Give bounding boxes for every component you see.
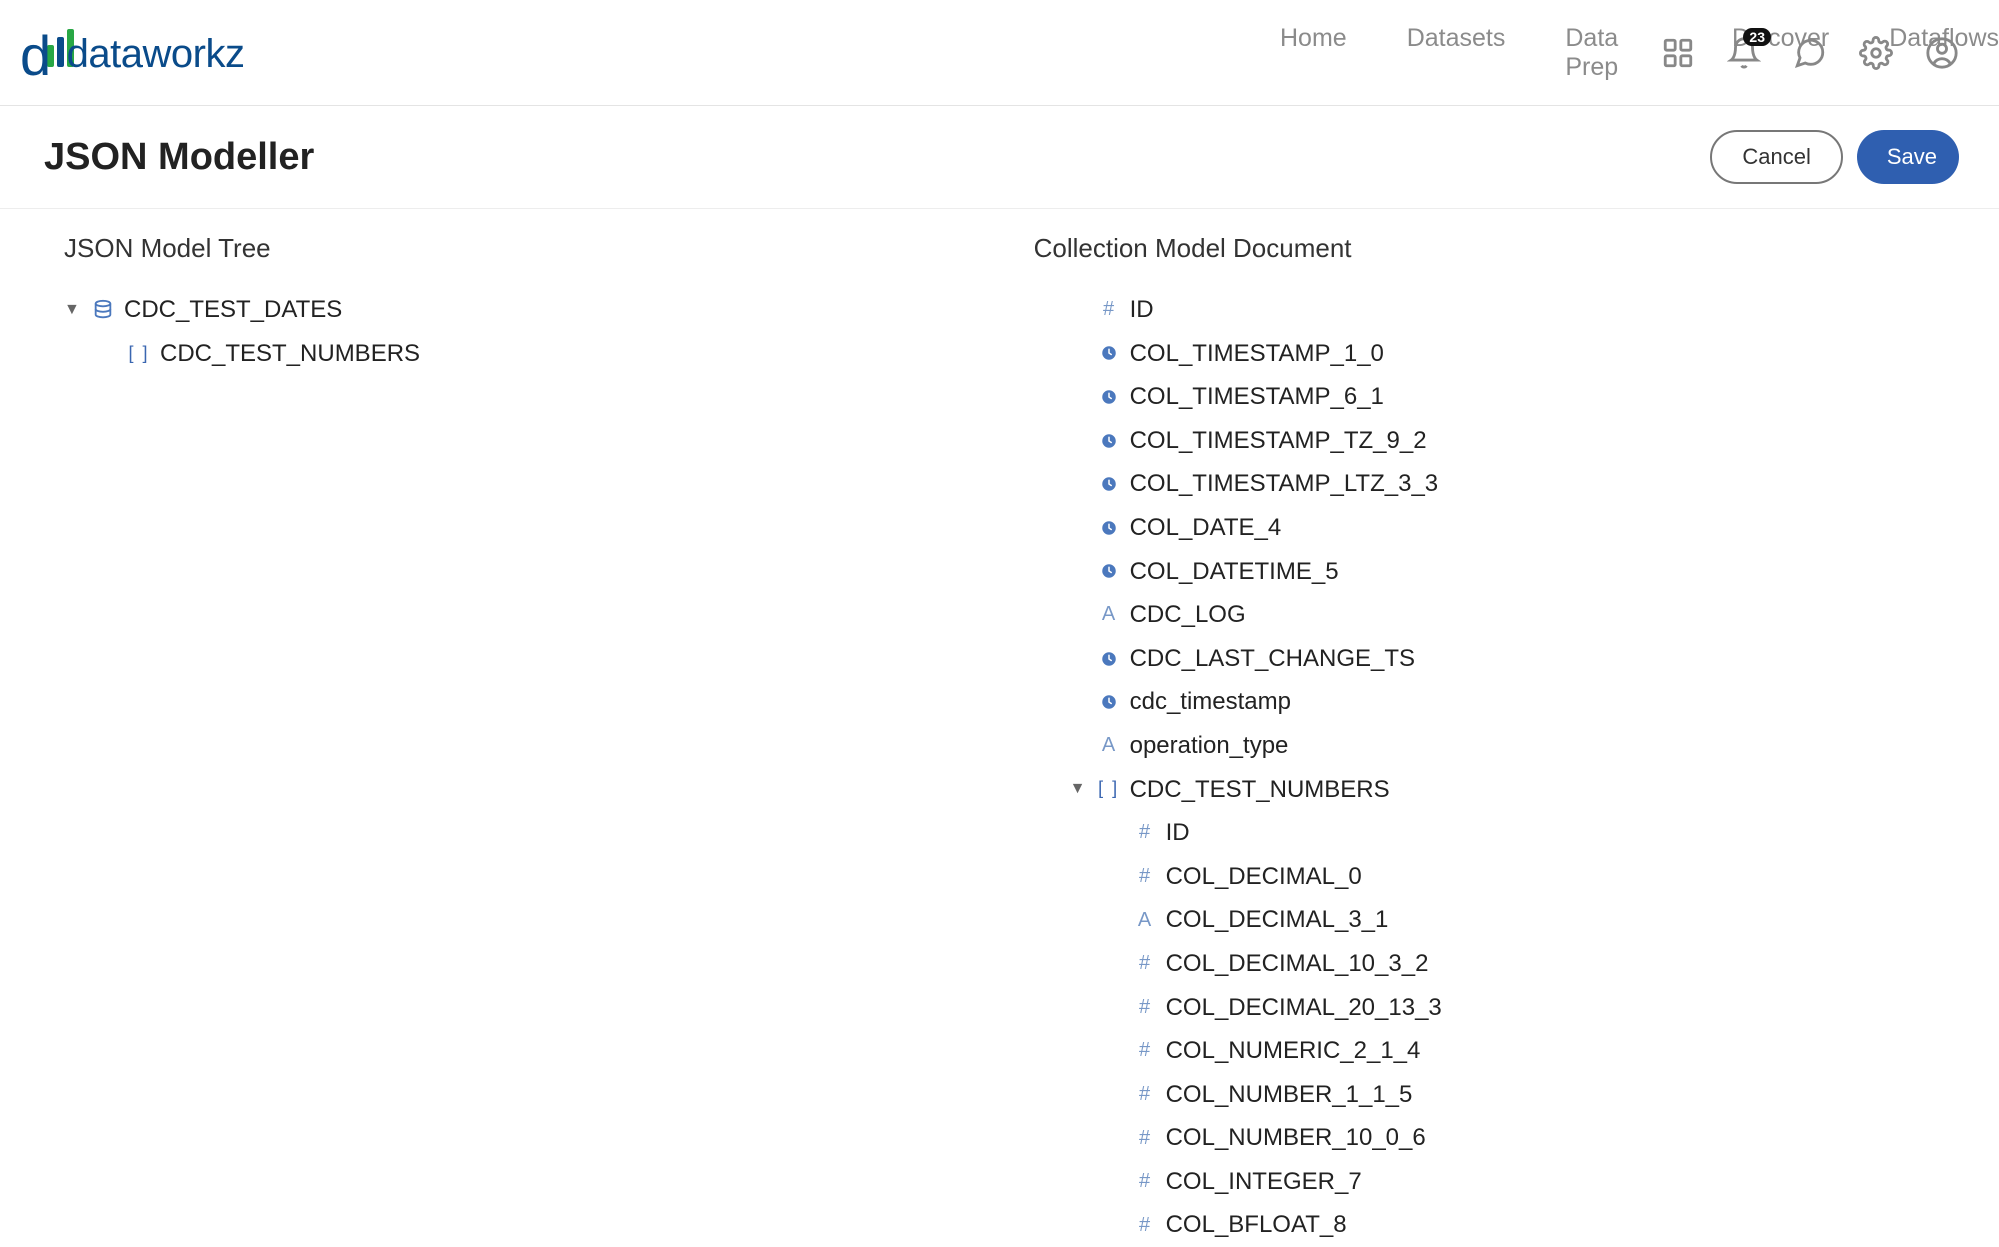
field-name: COL_NUMBER_1_1_5 [1166, 1075, 1413, 1115]
array-type-icon: [ ] [128, 339, 150, 369]
tree-item[interactable]: ▼COL_TIMESTAMP_LTZ_3_3 [1034, 462, 1944, 506]
field-name: CDC_LOG [1130, 595, 1246, 635]
settings-icon[interactable] [1859, 36, 1893, 70]
tree-item[interactable]: ▼ CDC_TEST_DATES [64, 288, 974, 332]
tree-item[interactable]: ▼CDC_LAST_CHANGE_TS [1034, 637, 1944, 681]
tree-item[interactable]: ▼#COL_NUMBER_1_1_5 [1034, 1073, 1944, 1117]
nav-home[interactable]: Home [1280, 24, 1347, 82]
tree-item[interactable]: ▼#COL_DECIMAL_20_13_3 [1034, 986, 1944, 1030]
brand-logo[interactable]: d dataworkz [20, 29, 244, 77]
timestamp-type-icon [1098, 432, 1120, 450]
text-type-icon: A [1098, 598, 1120, 631]
field-name: ID [1130, 290, 1154, 330]
app-header: d dataworkz Home Datasets Data Prep Disc… [0, 0, 1999, 106]
tree-item[interactable]: ▼COL_DATETIME_5 [1034, 550, 1944, 594]
nav-data-prep[interactable]: Data Prep [1565, 24, 1672, 82]
collection-model-title: Collection Model Document [1034, 233, 1944, 264]
field-name: COL_DECIMAL_10_3_2 [1166, 944, 1429, 984]
number-type-icon: # [1134, 860, 1156, 893]
field-name: COL_DATETIME_5 [1130, 552, 1339, 592]
timestamp-type-icon [1098, 562, 1120, 580]
user-icon[interactable] [1925, 36, 1959, 70]
tree-item[interactable]: ▼#ID [1034, 288, 1944, 332]
field-name: COL_DECIMAL_3_1 [1166, 900, 1389, 940]
tree-item[interactable]: ▼#ID [1034, 811, 1944, 855]
field-name: COL_INTEGER_7 [1166, 1162, 1362, 1202]
number-type-icon: # [1134, 1122, 1156, 1155]
timestamp-type-icon [1098, 344, 1120, 362]
tree-item[interactable]: ▼COL_TIMESTAMP_6_1 [1034, 375, 1944, 419]
field-name: COL_DECIMAL_0 [1166, 857, 1362, 897]
timestamp-type-icon [1098, 388, 1120, 406]
field-name: COL_DATE_4 [1130, 508, 1282, 548]
nav-datasets[interactable]: Datasets [1407, 24, 1506, 82]
database-icon [92, 299, 114, 321]
tree-item[interactable]: ▼COL_TIMESTAMP_TZ_9_2 [1034, 419, 1944, 463]
field-name: COL_TIMESTAMP_1_0 [1130, 334, 1384, 374]
notifications-icon[interactable]: 23 [1727, 36, 1761, 70]
field-name: ID [1166, 813, 1190, 853]
field-name: CDC_TEST_NUMBERS [160, 334, 420, 374]
tree-item[interactable]: ▼#COL_DECIMAL_0 [1034, 855, 1944, 899]
tree-item[interactable]: ▼#COL_NUMBER_10_0_6 [1034, 1116, 1944, 1160]
page-title: JSON Modeller [44, 136, 314, 179]
brand-name: dataworkz [67, 32, 245, 77]
chevron-down-icon[interactable]: ▼ [1070, 776, 1088, 802]
field-name: CDC_LAST_CHANGE_TS [1130, 639, 1415, 679]
field-name: COL_TIMESTAMP_6_1 [1130, 377, 1384, 417]
tree-item[interactable]: ▼ACDC_LOG [1034, 593, 1944, 637]
number-type-icon: # [1134, 991, 1156, 1024]
field-name: COL_TIMESTAMP_TZ_9_2 [1130, 421, 1427, 461]
collection-model-tree: ▼#ID▼COL_TIMESTAMP_1_0▼COL_TIMESTAMP_6_1… [1034, 288, 1944, 1247]
field-name: COL_TIMESTAMP_LTZ_3_3 [1130, 464, 1439, 504]
tree-item[interactable]: ▼[ ]CDC_TEST_NUMBERS [64, 332, 974, 376]
save-button[interactable]: Save [1857, 130, 1959, 184]
tree-item[interactable]: ▼#COL_BFLOAT_8 [1034, 1203, 1944, 1247]
tree-item[interactable]: ▼COL_TIMESTAMP_1_0 [1034, 332, 1944, 376]
notifications-badge: 23 [1743, 28, 1771, 46]
timestamp-type-icon [1098, 650, 1120, 668]
json-model-tree: ▼ CDC_TEST_DATES▼ [ ] CDC_TEST_NUMBERS [64, 288, 974, 375]
tree-item[interactable]: ▼ [ ] CDC_TEST_NUMBERS [1034, 768, 1944, 812]
tree-item[interactable]: ▼#COL_INTEGER_7 [1034, 1160, 1944, 1204]
timestamp-type-icon [1098, 475, 1120, 493]
tree-item[interactable]: ▼COL_DATE_4 [1034, 506, 1944, 550]
number-type-icon: # [1134, 947, 1156, 980]
field-name: cdc_timestamp [1130, 682, 1291, 722]
apps-icon[interactable] [1661, 36, 1695, 70]
json-model-tree-title: JSON Model Tree [64, 233, 974, 264]
field-name: COL_DECIMAL_20_13_3 [1166, 988, 1442, 1028]
number-type-icon: # [1134, 1078, 1156, 1111]
main-content: JSON Model Tree ▼ CDC_TEST_DATES ▼ [ ] CDC_T… [0, 209, 1999, 1247]
number-type-icon: # [1134, 816, 1156, 849]
page-subheader: JSON Modeller Cancel Save [0, 106, 1999, 209]
tree-item[interactable]: ▼#COL_DECIMAL_10_3_2 [1034, 942, 1944, 986]
field-name: COL_NUMBER_10_0_6 [1166, 1118, 1426, 1158]
field-name: CDC_TEST_NUMBERS [1130, 770, 1390, 810]
chevron-down-icon[interactable]: ▼ [64, 297, 82, 323]
cancel-button[interactable]: Cancel [1710, 130, 1842, 184]
text-type-icon: A [1098, 729, 1120, 762]
tree-item[interactable]: ▼#COL_NUMERIC_2_1_4 [1034, 1029, 1944, 1073]
tree-item[interactable]: ▼ACOL_DECIMAL_3_1 [1034, 898, 1944, 942]
field-name: COL_BFLOAT_8 [1166, 1205, 1347, 1245]
number-type-icon: # [1134, 1034, 1156, 1067]
field-name: operation_type [1130, 726, 1289, 766]
json-model-tree-panel: JSON Model Tree ▼ CDC_TEST_DATES▼ [ ] CDC_T… [64, 233, 974, 1247]
tree-item[interactable]: ▼Aoperation_type [1034, 724, 1944, 768]
timestamp-type-icon [1098, 519, 1120, 537]
timestamp-type-icon [1098, 693, 1120, 711]
array-type-icon: [ ] [1098, 774, 1120, 804]
collection-model-panel: Collection Model Document ▼#ID▼COL_TIMES… [1034, 233, 1944, 1247]
text-type-icon: A [1134, 904, 1156, 937]
tree-item[interactable]: ▼cdc_timestamp [1034, 680, 1944, 724]
number-type-icon: # [1134, 1209, 1156, 1242]
field-name: CDC_TEST_DATES [124, 290, 342, 330]
number-type-icon: # [1134, 1165, 1156, 1198]
field-name: COL_NUMERIC_2_1_4 [1166, 1031, 1421, 1071]
chat-icon[interactable] [1793, 36, 1827, 70]
number-type-icon: # [1098, 293, 1120, 326]
